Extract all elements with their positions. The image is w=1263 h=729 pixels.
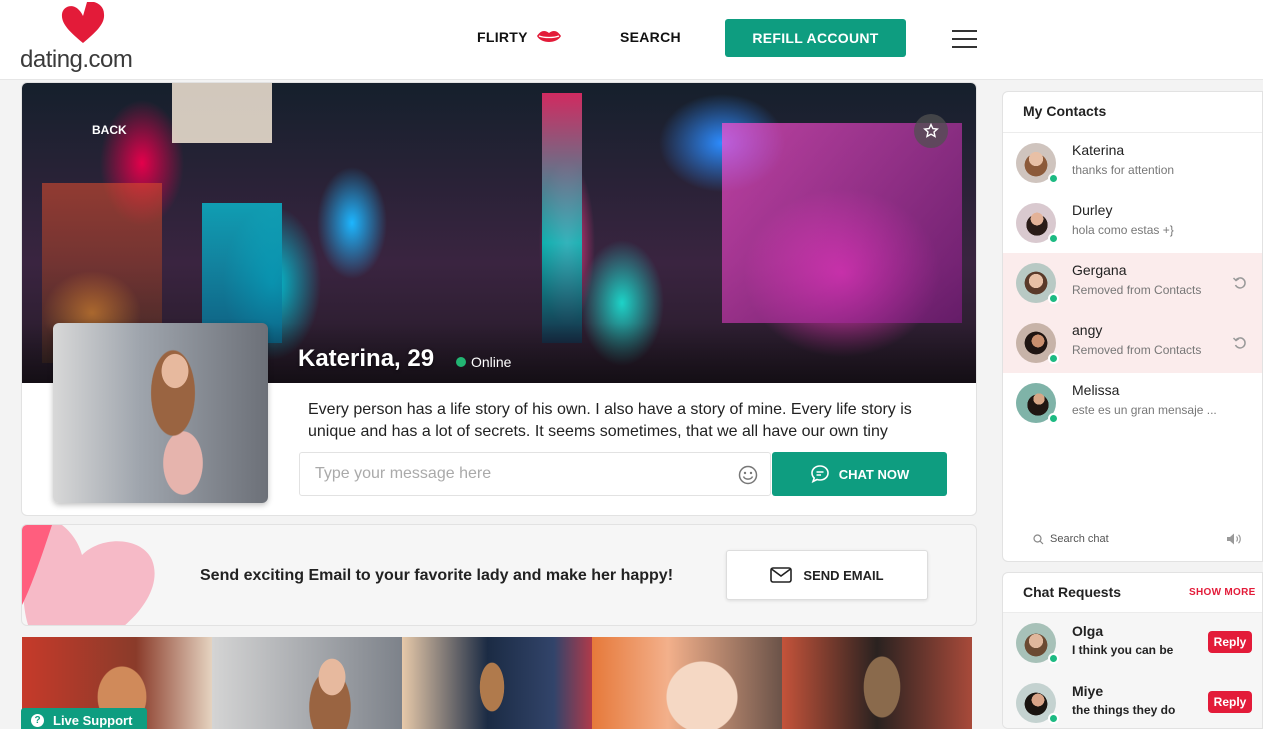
message-input[interactable]: [299, 452, 771, 496]
nav-flirty[interactable]: FLIRTY: [477, 29, 528, 45]
lips-icon[interactable]: [536, 27, 562, 47]
contact-last-message: Removed from Contacts: [1072, 283, 1202, 297]
request-message: I think you can be: [1072, 643, 1174, 657]
photo-gallery: [22, 637, 972, 729]
contact-last-message: Removed from Contacts: [1072, 343, 1202, 357]
profile-card: BACK Katerina, 29 Online Every person ha…: [21, 82, 977, 516]
profile-photo[interactable]: [53, 323, 268, 503]
contact-item[interactable]: Durley hola como estas +}: [1003, 193, 1262, 253]
chat-requests-title: Chat Requests: [1023, 584, 1122, 600]
online-status-dot: [1048, 233, 1059, 244]
send-email-button[interactable]: SEND EMAIL: [726, 550, 928, 600]
gallery-photo[interactable]: [402, 637, 592, 729]
sound-icon[interactable]: [1226, 532, 1242, 546]
gallery-photo[interactable]: [212, 637, 402, 729]
live-support-label: Live Support: [53, 712, 133, 728]
email-promo-text: Send exciting Email to your favorite lad…: [200, 567, 674, 584]
online-status-dot: [1048, 173, 1059, 184]
search-chat[interactable]: Search chat: [1033, 533, 1109, 545]
search-chat-label: Search chat: [1050, 533, 1109, 545]
gallery-photo[interactable]: [782, 637, 972, 729]
nav-search[interactable]: SEARCH: [620, 29, 681, 45]
online-status-dot: [1048, 293, 1059, 304]
chat-bubble-icon: [810, 465, 829, 484]
hamburger-menu-icon[interactable]: [952, 30, 977, 49]
show-more-link[interactable]: SHOW MORE: [1189, 587, 1256, 598]
contact-last-message: este es un gran mensaje ...: [1072, 403, 1217, 417]
help-icon: ?: [31, 713, 44, 727]
contact-item[interactable]: Gergana Removed from Contacts: [1003, 253, 1262, 313]
decorative-heart-icon: [22, 525, 155, 625]
send-email-label: SEND EMAIL: [803, 567, 884, 583]
chat-requests-header: Chat Requests SHOW MORE: [1003, 573, 1262, 613]
my-contacts-panel: My Contacts Katerina thanks for attentio…: [1002, 91, 1263, 562]
chat-request-item[interactable]: Miye the things they do Reply: [1003, 673, 1262, 728]
refill-account-button[interactable]: REFILL ACCOUNT: [725, 19, 906, 57]
online-status-dot: [1048, 713, 1059, 724]
restore-contact-icon[interactable]: [1232, 335, 1248, 351]
profile-bio: Every person has a life story of his own…: [308, 401, 912, 440]
envelope-icon: [770, 567, 793, 583]
contact-last-message: thanks for attention: [1072, 163, 1175, 177]
online-status-dot: [1048, 653, 1059, 664]
chat-now-label: CHAT NOW: [838, 466, 910, 482]
emoji-icon[interactable]: [738, 465, 758, 485]
request-message: the things they do: [1072, 703, 1176, 717]
star-icon: [923, 123, 939, 138]
search-icon: [1033, 533, 1044, 544]
dating-logo[interactable]: dating.com: [20, 2, 140, 74]
contact-item[interactable]: Katerina thanks for attention: [1003, 133, 1262, 193]
contact-last-message: hola como estas +}: [1072, 223, 1174, 237]
chat-now-button[interactable]: CHAT NOW: [772, 452, 947, 496]
logo-text: dating.com: [20, 46, 133, 73]
top-header: dating.com FLIRTY SEARCH REFILL ACCOUNT: [0, 0, 1263, 80]
contact-name: Melissa: [1072, 382, 1120, 398]
reply-button[interactable]: Reply: [1208, 631, 1252, 653]
request-name: Olga: [1072, 623, 1104, 639]
online-status-dot: [1048, 413, 1059, 424]
contact-item[interactable]: Melissa este es un gran mensaje ...: [1003, 373, 1262, 433]
contact-name: Katerina: [1072, 142, 1125, 158]
contact-name: angy: [1072, 322, 1103, 338]
contact-name: Durley: [1072, 202, 1113, 218]
profile-name-age: Katerina, 29: [298, 345, 435, 372]
chat-request-item[interactable]: Olga I think you can be Reply: [1003, 613, 1262, 673]
contact-name: Gergana: [1072, 262, 1127, 278]
reply-button[interactable]: Reply: [1208, 691, 1252, 713]
email-banner: Send exciting Email to your favorite lad…: [21, 524, 977, 626]
back-link[interactable]: BACK: [92, 123, 127, 137]
chat-requests-panel: Chat Requests SHOW MORE Olga I think you…: [1002, 572, 1263, 729]
contact-item[interactable]: angy Removed from Contacts: [1003, 313, 1262, 373]
online-status-text: Online: [471, 354, 512, 370]
online-status-dot: [1048, 353, 1059, 364]
restore-contact-icon[interactable]: [1232, 275, 1248, 291]
heart-logo-icon: [61, 2, 105, 43]
live-support-button[interactable]: ? Live Support: [21, 708, 147, 729]
request-name: Miye: [1072, 683, 1104, 699]
gallery-photo[interactable]: [592, 637, 782, 729]
my-contacts-title: My Contacts: [1023, 103, 1107, 119]
online-status-dot: [456, 357, 466, 367]
favorite-star-button[interactable]: [914, 114, 948, 148]
